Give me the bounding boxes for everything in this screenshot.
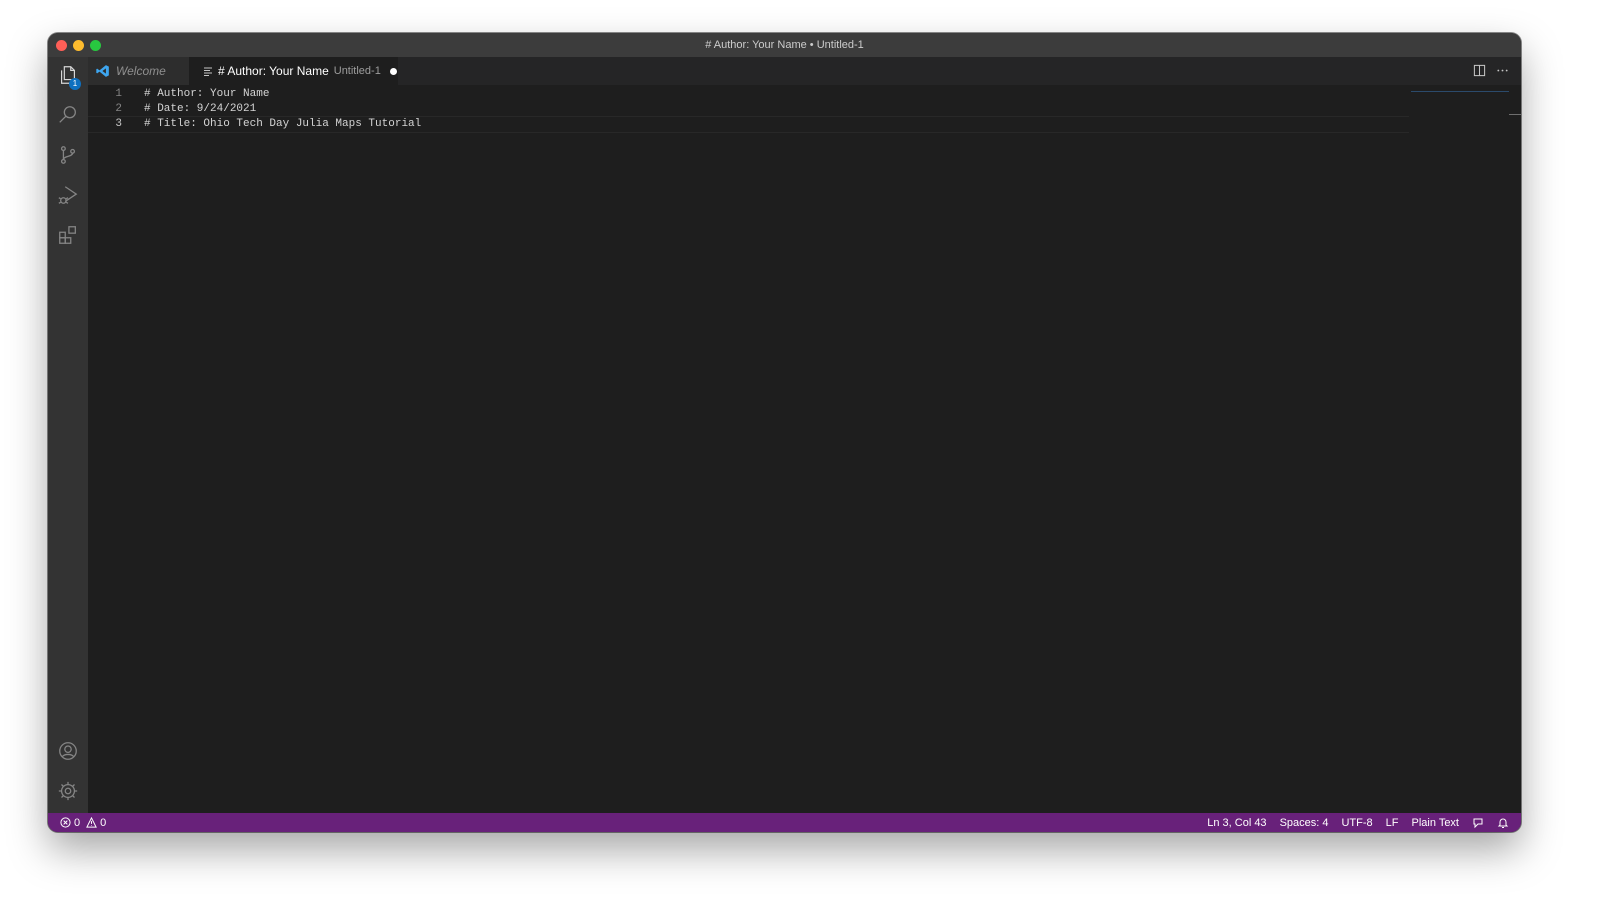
status-bar: 0 0 Ln 3, Col 43 Spaces: 4 UTF-8 LF Plai… bbox=[48, 813, 1521, 832]
line-number: 3 bbox=[115, 118, 122, 130]
account-icon bbox=[57, 740, 79, 767]
notifications-bell-icon[interactable] bbox=[1497, 817, 1509, 829]
run-debug-button[interactable] bbox=[48, 177, 88, 217]
search-button[interactable] bbox=[48, 97, 88, 137]
manage-button[interactable] bbox=[48, 773, 88, 813]
extensions-icon bbox=[57, 224, 79, 251]
search-icon bbox=[57, 104, 79, 131]
more-actions-icon[interactable] bbox=[1496, 64, 1509, 82]
minimap[interactable] bbox=[1411, 85, 1509, 92]
accounts-button[interactable] bbox=[48, 733, 88, 773]
source-control-button[interactable] bbox=[48, 137, 88, 177]
encoding[interactable]: UTF-8 bbox=[1341, 817, 1372, 829]
gear-icon bbox=[57, 780, 79, 807]
code-line[interactable]: 1 # Author: Your Name bbox=[88, 87, 1409, 102]
activity-bar: 1 bbox=[48, 57, 88, 813]
explorer-button[interactable]: 1 bbox=[48, 57, 88, 97]
tab-label: # Author: Your Name bbox=[218, 64, 329, 78]
line-number: 2 bbox=[115, 103, 122, 115]
tab-description: Untitled-1 bbox=[333, 65, 381, 77]
tab-bar: Welcome # Author: Your Name Untitled-1 bbox=[88, 57, 1521, 85]
scrollbar-cursor-marker bbox=[1509, 114, 1521, 115]
current-code-line[interactable]: 3 # Title: Ohio Tech Day Julia Maps Tuto… bbox=[88, 116, 1409, 133]
language-mode[interactable]: Plain Text bbox=[1412, 817, 1460, 829]
problems-indicator[interactable]: 0 0 bbox=[60, 813, 106, 832]
cursor-position[interactable]: Ln 3, Col 43 bbox=[1207, 817, 1266, 829]
text-file-icon bbox=[203, 66, 213, 76]
tab-welcome-label: Welcome bbox=[116, 64, 166, 78]
line-number: 1 bbox=[115, 88, 122, 100]
title-bar: # Author: Your Name • Untitled-1 bbox=[48, 33, 1521, 57]
feedback-icon[interactable] bbox=[1472, 817, 1484, 829]
indentation[interactable]: Spaces: 4 bbox=[1280, 817, 1329, 829]
split-editor-icon[interactable] bbox=[1473, 64, 1486, 82]
editor-area[interactable]: 1 # Author: Your Name 2 # Date: 9/24/202… bbox=[88, 85, 1521, 813]
end-of-line[interactable]: LF bbox=[1386, 817, 1399, 829]
error-icon bbox=[60, 817, 71, 828]
line-text[interactable]: # Date: 9/24/2021 bbox=[144, 102, 256, 117]
warning-count: 0 bbox=[100, 816, 107, 829]
warning-icon bbox=[86, 817, 98, 828]
source-control-icon bbox=[57, 144, 79, 171]
tab-welcome[interactable]: Welcome bbox=[88, 57, 189, 85]
error-count: 0 bbox=[74, 816, 81, 829]
vscode-window: # Author: Your Name • Untitled-1 1 Welco… bbox=[48, 33, 1521, 832]
line-text[interactable]: # Title: Ohio Tech Day Julia Maps Tutori… bbox=[144, 117, 421, 132]
code-line[interactable]: 2 # Date: 9/24/2021 bbox=[88, 102, 1409, 117]
editor-actions bbox=[1473, 64, 1509, 82]
run-debug-icon bbox=[57, 184, 79, 211]
window-title: # Author: Your Name • Untitled-1 bbox=[705, 39, 864, 51]
explorer-badge: 1 bbox=[69, 78, 81, 90]
unsaved-dot-icon[interactable] bbox=[389, 67, 397, 75]
vscode-logo-icon bbox=[96, 64, 110, 78]
line-text[interactable]: # Author: Your Name bbox=[144, 87, 269, 102]
tab-untitled-1[interactable]: # Author: Your Name Untitled-1 bbox=[189, 57, 398, 85]
extensions-button[interactable] bbox=[48, 217, 88, 257]
status-bar-right: Ln 3, Col 43 Spaces: 4 UTF-8 LF Plain Te… bbox=[1207, 813, 1509, 832]
